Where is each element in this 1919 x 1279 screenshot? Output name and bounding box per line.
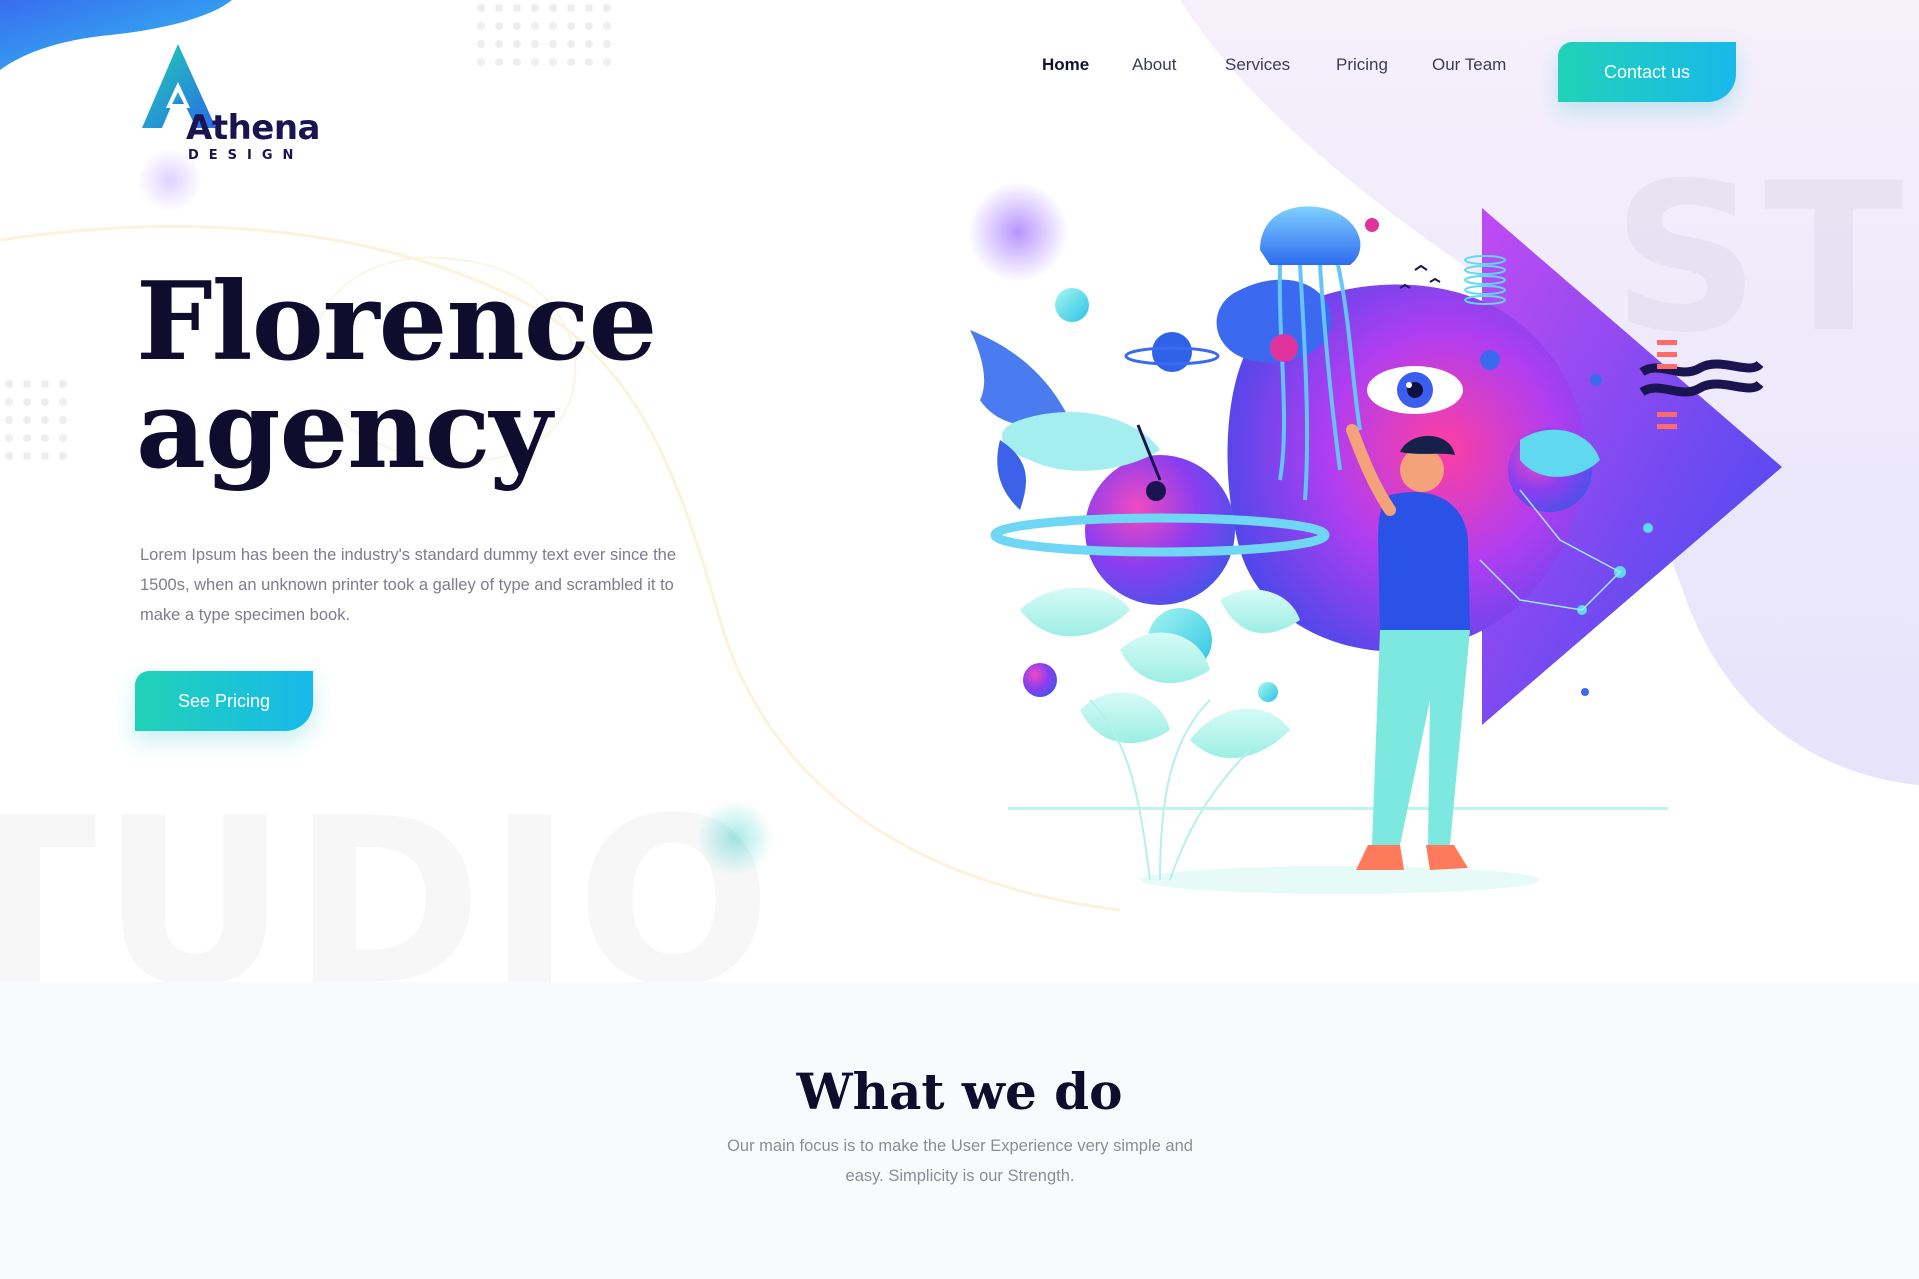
nav-home[interactable]: Home	[1042, 55, 1089, 75]
nav-services[interactable]: Services	[1225, 55, 1290, 75]
hero-description: Lorem Ipsum has been the industry's stan…	[140, 546, 677, 624]
brand-logo[interactable]: Athena DESIGN	[138, 42, 338, 172]
see-pricing-button[interactable]: See Pricing	[135, 671, 313, 731]
what-we-do-title: What we do	[796, 1062, 1123, 1121]
contact-us-button[interactable]: Contact us	[1558, 42, 1736, 102]
nav-our-team[interactable]: Our Team	[1432, 55, 1506, 75]
brand-tagline: DESIGN	[188, 148, 304, 163]
nav-about[interactable]: About	[1132, 55, 1176, 75]
hero-title: Florence agency	[136, 268, 836, 484]
dot-grid-icon	[5, 380, 67, 460]
dot-grid-icon	[477, 4, 611, 66]
what-we-do-description: Our main focus is to make the User Exper…	[727, 1137, 1193, 1185]
nav-pricing[interactable]: Pricing	[1336, 55, 1388, 75]
brand-name: Athena	[186, 108, 320, 148]
hero-illustration	[970, 206, 1782, 894]
hero-title-line-2: agency	[136, 367, 552, 493]
